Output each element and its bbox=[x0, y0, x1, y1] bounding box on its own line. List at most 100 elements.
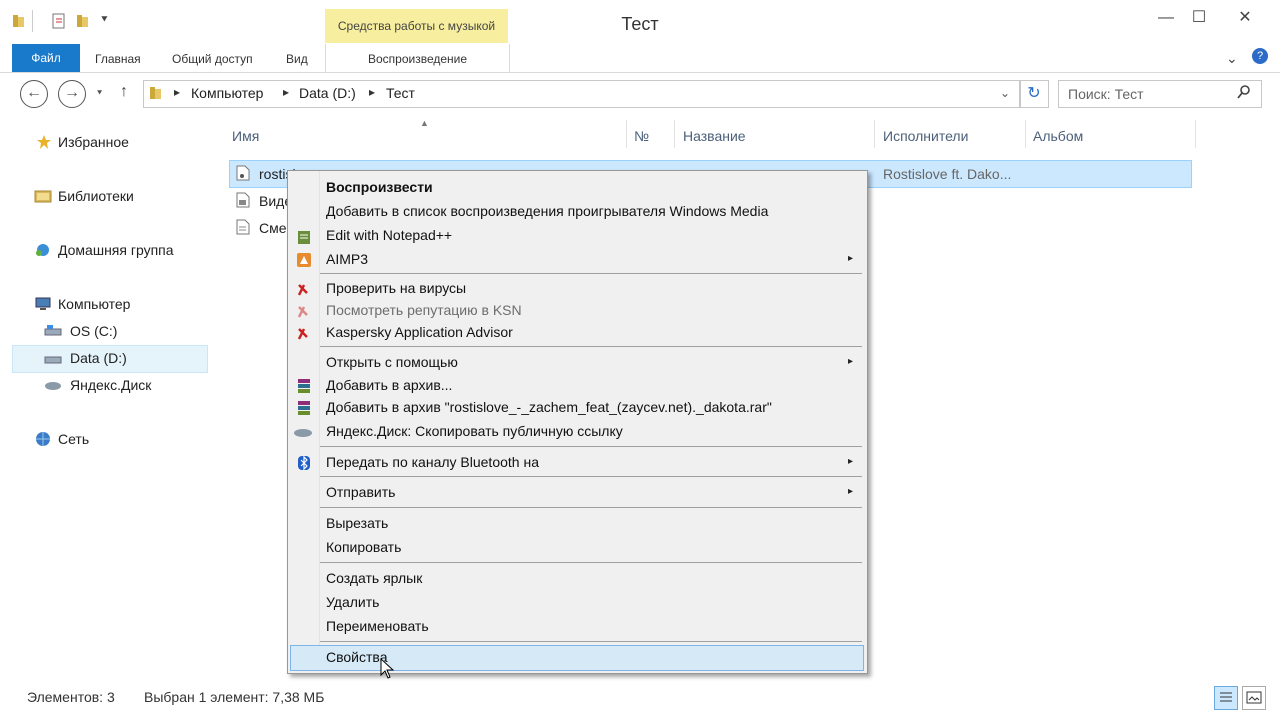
refresh-button[interactable]: ↻ bbox=[1019, 80, 1049, 108]
document-file-icon bbox=[236, 219, 250, 238]
column-track-number[interactable]: № bbox=[634, 128, 649, 144]
nav-homegroup[interactable]: Домашняя группа bbox=[58, 242, 174, 258]
network-icon bbox=[34, 431, 52, 450]
tab-file[interactable]: Файл bbox=[12, 44, 80, 72]
breadcrumb-separator-icon[interactable]: ▸ bbox=[369, 85, 375, 99]
kaspersky-icon bbox=[296, 304, 312, 320]
tab-share[interactable]: Общий доступ bbox=[172, 44, 253, 72]
winrar-icon bbox=[296, 400, 312, 416]
menu-item-play[interactable]: Воспроизвести bbox=[326, 179, 433, 195]
nav-libraries[interactable]: Библиотеки bbox=[58, 188, 134, 204]
menu-item-scan-viruses[interactable]: Проверить на вирусы bbox=[326, 280, 466, 296]
homegroup-icon bbox=[34, 242, 52, 261]
menu-separator bbox=[320, 476, 862, 477]
large-icons-view-button[interactable] bbox=[1242, 686, 1266, 710]
menu-item-notepad[interactable]: Edit with Notepad++ bbox=[326, 227, 452, 243]
tab-playback[interactable]: Воспроизведение bbox=[325, 44, 510, 72]
nav-drive-d[interactable]: Data (D:) bbox=[70, 350, 127, 366]
nav-network[interactable]: Сеть bbox=[58, 431, 89, 447]
nav-drive-c[interactable]: OS (C:) bbox=[70, 323, 117, 339]
ribbon-expand-icon[interactable]: ⌄ bbox=[1226, 50, 1238, 67]
menu-item-cut[interactable]: Вырезать bbox=[326, 515, 388, 531]
menu-item-add-to-named-archive[interactable]: Добавить в архив "rostislove_-_zachem_fe… bbox=[326, 399, 772, 415]
submenu-arrow-icon: ▸ bbox=[848, 486, 854, 497]
menu-item-yandex-copy-link[interactable]: Яндекс.Диск: Скопировать публичную ссылк… bbox=[326, 423, 623, 439]
window-title: Тест bbox=[621, 14, 659, 34]
menu-item-rename[interactable]: Переименовать bbox=[326, 618, 429, 634]
column-artists[interactable]: Исполнители bbox=[883, 128, 968, 144]
drive-icon bbox=[44, 324, 62, 341]
menu-item-add-to-playlist[interactable]: Добавить в список воспроизведения проигр… bbox=[326, 203, 768, 219]
breadcrumb-separator-icon[interactable]: ▸ bbox=[174, 85, 180, 99]
aimp-icon bbox=[296, 252, 312, 268]
kaspersky-icon bbox=[296, 282, 312, 298]
yandex-disk-icon bbox=[44, 378, 62, 395]
maximize-button[interactable]: ☐ bbox=[1186, 6, 1212, 30]
menu-separator bbox=[320, 446, 862, 447]
menu-item-aimp[interactable]: AIMP3 bbox=[326, 251, 368, 267]
breadcrumb-separator-icon[interactable]: ▸ bbox=[283, 85, 289, 99]
breadcrumb-computer[interactable]: Компьютер bbox=[191, 85, 263, 101]
back-button[interactable]: ← bbox=[20, 80, 48, 108]
column-divider[interactable] bbox=[674, 120, 675, 148]
menu-item-add-to-archive[interactable]: Добавить в архив... bbox=[326, 377, 452, 393]
menu-item-properties[interactable]: Свойства bbox=[326, 649, 387, 665]
column-divider[interactable] bbox=[1195, 120, 1196, 148]
menu-separator bbox=[320, 641, 862, 642]
sort-ascending-icon: ▲ bbox=[420, 118, 429, 128]
nav-computer[interactable]: Компьютер bbox=[58, 296, 130, 312]
menu-item-delete[interactable]: Удалить bbox=[326, 594, 379, 610]
menu-item-bluetooth[interactable]: Передать по каналу Bluetooth на bbox=[326, 454, 539, 470]
menu-separator bbox=[320, 562, 862, 563]
menu-item-open-with[interactable]: Открыть с помощью bbox=[326, 354, 458, 370]
search-icon[interactable] bbox=[1236, 84, 1252, 103]
menu-item-create-shortcut[interactable]: Создать ярлык bbox=[326, 570, 422, 586]
up-button[interactable]: ↑ bbox=[120, 83, 128, 101]
column-divider[interactable] bbox=[1025, 120, 1026, 148]
nav-favorites[interactable]: Избранное bbox=[58, 134, 129, 150]
submenu-arrow-icon: ▸ bbox=[848, 356, 854, 367]
address-dropdown-icon[interactable]: ⌄ bbox=[1000, 86, 1010, 100]
libraries-icon bbox=[34, 188, 52, 207]
menu-separator bbox=[320, 346, 862, 347]
menu-item-ksn-reputation: Посмотреть репутацию в KSN bbox=[326, 302, 522, 318]
drive-icon bbox=[44, 352, 62, 369]
details-view-button[interactable] bbox=[1214, 686, 1238, 710]
mouse-cursor-icon bbox=[380, 657, 395, 683]
recent-locations-icon[interactable]: ⯆ bbox=[96, 88, 103, 99]
forward-button[interactable]: → bbox=[58, 80, 86, 108]
yandex-disk-icon bbox=[293, 425, 313, 442]
column-name[interactable]: Имя bbox=[232, 128, 259, 144]
tab-home[interactable]: Главная bbox=[95, 44, 141, 72]
context-menu-icon-gutter bbox=[288, 171, 320, 671]
audio-file-icon bbox=[236, 165, 250, 184]
star-icon bbox=[36, 134, 52, 153]
breadcrumb-drive-d[interactable]: Data (D:) bbox=[299, 85, 356, 101]
address-bar[interactable] bbox=[143, 80, 1021, 108]
breadcrumb-test[interactable]: Тест bbox=[386, 85, 415, 101]
video-file-icon bbox=[236, 192, 250, 211]
file-name[interactable]: Сме bbox=[259, 220, 287, 236]
submenu-arrow-icon: ▸ bbox=[848, 253, 854, 264]
column-album[interactable]: Альбом bbox=[1033, 128, 1083, 144]
tab-view[interactable]: Вид bbox=[286, 44, 308, 72]
file-artist: Rostislove ft. Dako... bbox=[883, 166, 1012, 182]
column-divider[interactable] bbox=[626, 120, 627, 148]
column-divider[interactable] bbox=[874, 120, 875, 148]
nav-yandex-disk[interactable]: Яндекс.Диск bbox=[70, 377, 151, 393]
winrar-icon bbox=[296, 378, 312, 394]
menu-separator bbox=[320, 273, 862, 274]
menu-item-kaspersky-advisor[interactable]: Kaspersky Application Advisor bbox=[326, 324, 513, 340]
column-title[interactable]: Название bbox=[683, 128, 746, 144]
menu-item-copy[interactable]: Копировать bbox=[326, 539, 401, 555]
menu-item-send-to[interactable]: Отправить bbox=[326, 484, 395, 500]
search-placeholder: Поиск: Тест bbox=[1068, 86, 1144, 102]
menu-separator bbox=[320, 507, 862, 508]
minimize-button[interactable]: — bbox=[1153, 6, 1179, 30]
submenu-arrow-icon: ▸ bbox=[848, 456, 854, 467]
folder-icon bbox=[147, 84, 165, 105]
help-icon[interactable]: ? bbox=[1252, 48, 1268, 64]
bluetooth-icon bbox=[296, 455, 312, 471]
status-selection: Выбран 1 элемент: 7,38 МБ bbox=[144, 689, 325, 705]
close-button[interactable]: ✕ bbox=[1232, 6, 1258, 30]
